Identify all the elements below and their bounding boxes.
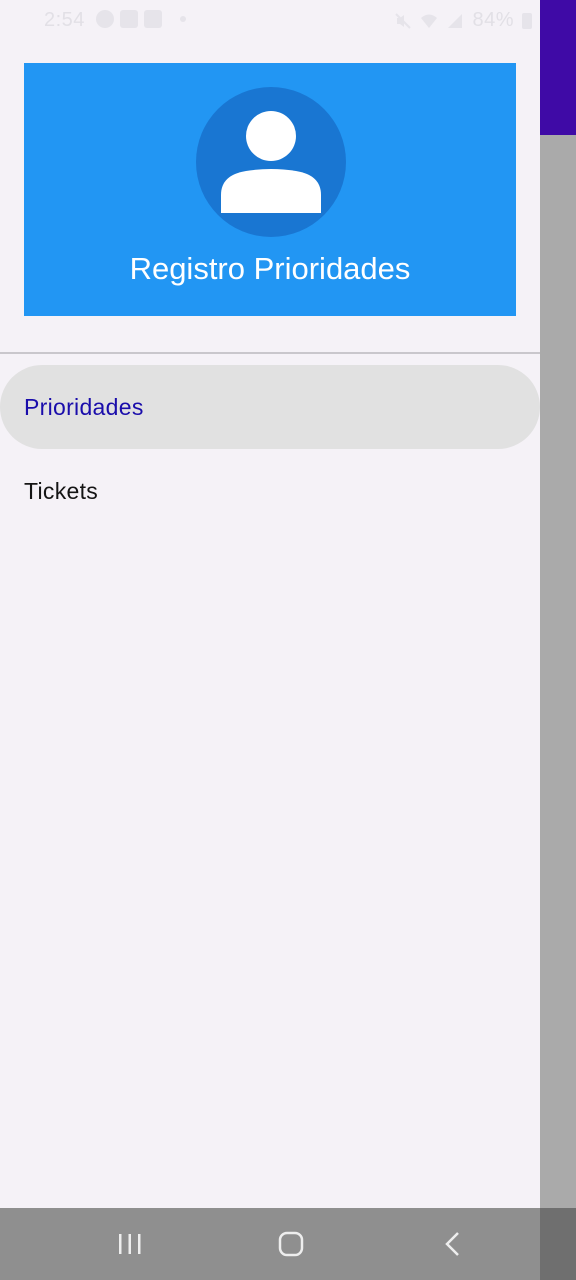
nav-bar-shade [540,1208,576,1280]
status-system-icons: 84% [394,9,532,32]
wifi-icon [421,14,438,28]
background-app-toolbar [540,0,576,135]
status-notification-icons [96,10,186,28]
divider [0,352,540,354]
signal-icon [448,13,463,28]
recents-icon[interactable] [112,1226,148,1262]
home-icon[interactable] [273,1226,309,1262]
back-icon[interactable] [436,1226,472,1262]
messenger-icon [96,10,114,28]
background-app-scrim[interactable] [540,135,576,1208]
drawer-title: Registro Prioridades [129,251,411,286]
battery-percent: 84% [472,9,514,31]
drawer-header: Registro Prioridades [24,63,516,316]
status-bar: 2:54 84% [0,0,540,42]
menu-item-prioridades[interactable]: Prioridades [0,365,540,449]
battery-icon [522,12,532,29]
menu-item-label: Prioridades [24,393,144,420]
status-time: 2:54 [44,9,85,31]
notification-dot [180,16,186,22]
gallery-icon [120,10,138,28]
navigation-drawer: 2:54 84% Registro Prioridades Prioridade… [0,0,540,1208]
person-icon [221,111,321,213]
menu-item-tickets[interactable]: Tickets [0,449,540,533]
mail-icon [144,10,162,28]
screen: 2:54 84% Registro Prioridades Prioridade… [0,0,576,1280]
avatar [196,87,346,237]
menu-item-label: Tickets [24,477,99,504]
mute-icon [395,12,412,29]
system-nav-bar [0,1208,576,1280]
